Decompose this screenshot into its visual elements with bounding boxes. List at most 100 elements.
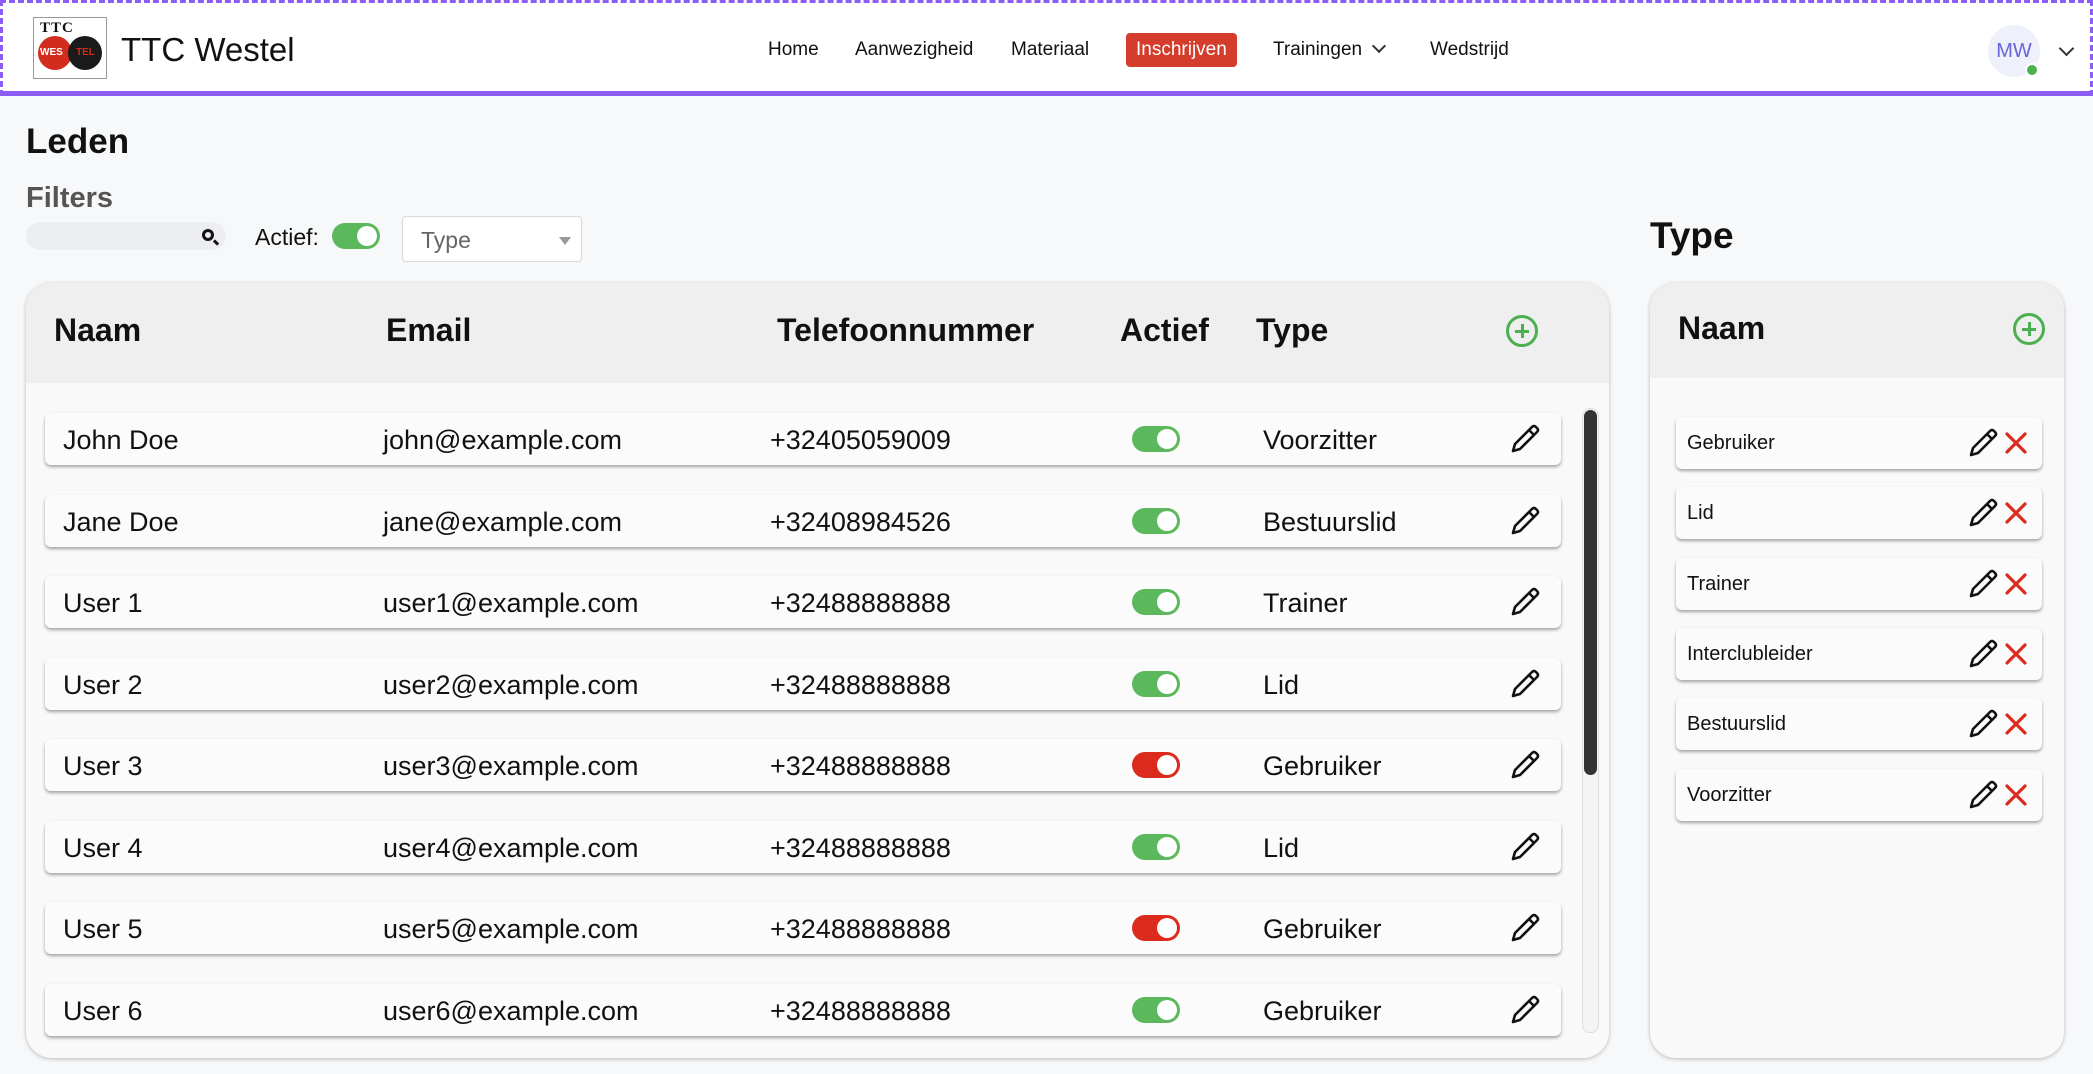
member-name: User 1 [63, 588, 143, 618]
member-name: User 4 [63, 832, 143, 863]
delete-x-icon[interactable] [2003, 641, 2029, 667]
list-item[interactable]: Gebruiker [1676, 417, 2042, 469]
delete-x-icon[interactable] [2003, 571, 2029, 597]
member-name: Jane Doe [63, 506, 179, 537]
table-row[interactable]: User 5 user5@example.com +32488888888 Gebru… [45, 902, 1561, 954]
member-type: Bestuurslid [1263, 506, 1397, 537]
member-email: john@example.com [383, 425, 623, 455]
delete-x-icon[interactable] [2003, 711, 2029, 737]
delete-x-icon[interactable] [2003, 500, 2029, 526]
type-panel-title: Type [1650, 215, 1734, 256]
edit-pencil-icon[interactable] [1507, 503, 1543, 539]
delete-x-icon[interactable] [2003, 430, 2029, 456]
list-item[interactable]: Trainer [1676, 557, 2042, 610]
table-row[interactable]: Jane Doe jane@example.com +32408984526 Best… [45, 494, 1561, 547]
member-phone: +32488888888 [770, 751, 951, 781]
club-logo[interactable]: TTC WES TEL [33, 17, 107, 79]
member-actief-toggle[interactable] [1132, 589, 1180, 615]
member-email: jane@example.com [383, 506, 623, 537]
nav-aanwezigheid[interactable]: Aanwezigheid [855, 33, 973, 67]
edit-pencil-icon[interactable] [1965, 706, 2001, 742]
nav-home[interactable]: Home [768, 33, 819, 67]
table-row[interactable]: User 2 user2@example.com +32488888888 Lid [45, 657, 1561, 710]
type-name: Interclubleider [1687, 642, 1813, 665]
list-item[interactable]: Lid [1676, 487, 2042, 540]
edit-pencil-icon[interactable] [1507, 421, 1543, 457]
member-actief-toggle[interactable] [1132, 833, 1180, 860]
table-row[interactable]: User 4 user4@example.com +32488888888 Lid [45, 820, 1561, 873]
member-actief-toggle[interactable] [1132, 426, 1180, 452]
dropdown-arrow-icon [559, 237, 571, 245]
table-row[interactable]: User 1 user1@example.com +32488888888 Train… [45, 576, 1561, 628]
member-name: John Doe [63, 425, 179, 455]
chevron-down-icon[interactable] [2058, 40, 2075, 57]
table-row[interactable]: User 3 user3@example.com +32488888888 Gebru… [45, 739, 1561, 791]
member-phone: +32405059009 [770, 425, 951, 455]
delete-x-icon[interactable] [2003, 782, 2029, 808]
table-row[interactable]: John Doe john@example.com +32405059009 Voor… [45, 413, 1561, 465]
member-actief-toggle[interactable] [1132, 996, 1180, 1023]
type-column-header-naam: Naam [1678, 310, 1766, 346]
edit-pencil-icon[interactable] [1507, 829, 1543, 865]
column-header-email: Email [386, 312, 472, 348]
brand-name[interactable]: TTC Westel [121, 31, 295, 69]
edit-pencil-icon[interactable] [1507, 747, 1543, 783]
member-type: Gebruiker [1263, 751, 1382, 781]
member-actief-toggle[interactable] [1132, 752, 1180, 778]
edit-pencil-icon[interactable] [1965, 636, 2001, 672]
nav-trainingen[interactable]: Trainingen [1273, 33, 1387, 67]
member-phone: +32488888888 [770, 914, 951, 944]
edit-pencil-icon[interactable] [1507, 910, 1543, 946]
nav-inschrijven[interactable]: Inschrijven [1126, 33, 1237, 67]
type-filter-placeholder: Type [421, 227, 471, 253]
column-header-type: Type [1256, 312, 1329, 348]
member-email: user5@example.com [383, 914, 639, 944]
logo-text-right: TEL [76, 47, 95, 58]
member-type: Voorzitter [1263, 425, 1378, 455]
list-item[interactable]: Bestuurslid [1676, 698, 2042, 751]
member-type: Lid [1263, 832, 1300, 863]
member-actief-toggle[interactable] [1132, 670, 1180, 697]
add-type-icon[interactable] [2013, 313, 2045, 345]
list-item[interactable]: Interclubleider [1676, 627, 2042, 680]
actief-filter-label: Actief: [255, 224, 319, 250]
member-actief-toggle[interactable] [1132, 915, 1180, 941]
nav-trainingen-label: Trainingen [1273, 39, 1363, 60]
members-scrollbar-thumb[interactable] [1584, 410, 1597, 775]
nav-wedstrijd[interactable]: Wedstrijd [1430, 33, 1509, 67]
edit-pencil-icon[interactable] [1507, 666, 1543, 702]
member-phone: +32488888888 [770, 588, 951, 618]
member-name: User 5 [63, 914, 143, 944]
logo-text-top: TTC [40, 20, 74, 36]
add-member-icon[interactable] [1506, 315, 1538, 347]
type-filter-select[interactable]: Type [402, 216, 582, 262]
nav-materiaal[interactable]: Materiaal [1011, 33, 1089, 67]
member-email: user4@example.com [383, 832, 639, 863]
member-name: User 2 [63, 669, 143, 700]
type-name: Voorzitter [1687, 783, 1772, 806]
edit-pencil-icon[interactable] [1965, 425, 2001, 461]
member-email: user2@example.com [383, 669, 639, 700]
edit-pencil-icon[interactable] [1965, 566, 2001, 602]
table-row[interactable]: User 6 user6@example.com +32488888888 Gebru… [45, 983, 1561, 1036]
list-item[interactable]: Voorzitter [1676, 768, 2042, 821]
member-actief-toggle[interactable] [1132, 507, 1180, 534]
filters-title: Filters [26, 182, 114, 214]
member-name: User 6 [63, 995, 143, 1026]
member-email: user6@example.com [383, 995, 639, 1026]
member-phone: +32488888888 [770, 995, 951, 1026]
search-input[interactable] [26, 222, 226, 250]
edit-pencil-icon[interactable] [1507, 584, 1543, 620]
edit-pencil-icon[interactable] [1965, 777, 2001, 813]
member-type: Trainer [1263, 588, 1348, 618]
member-phone: +32488888888 [770, 832, 951, 863]
member-email: user3@example.com [383, 751, 639, 781]
actief-filter-toggle[interactable] [332, 223, 380, 249]
column-header-actief: Actief [1120, 312, 1209, 348]
member-name: User 3 [63, 751, 143, 781]
search-icon[interactable] [202, 229, 214, 241]
edit-pencil-icon[interactable] [1965, 495, 2001, 531]
type-table-header: Naam [1650, 283, 2064, 378]
edit-pencil-icon[interactable] [1507, 992, 1543, 1028]
members-table-header: Naam Email Telefoonnummer Actief Type [26, 283, 1609, 383]
